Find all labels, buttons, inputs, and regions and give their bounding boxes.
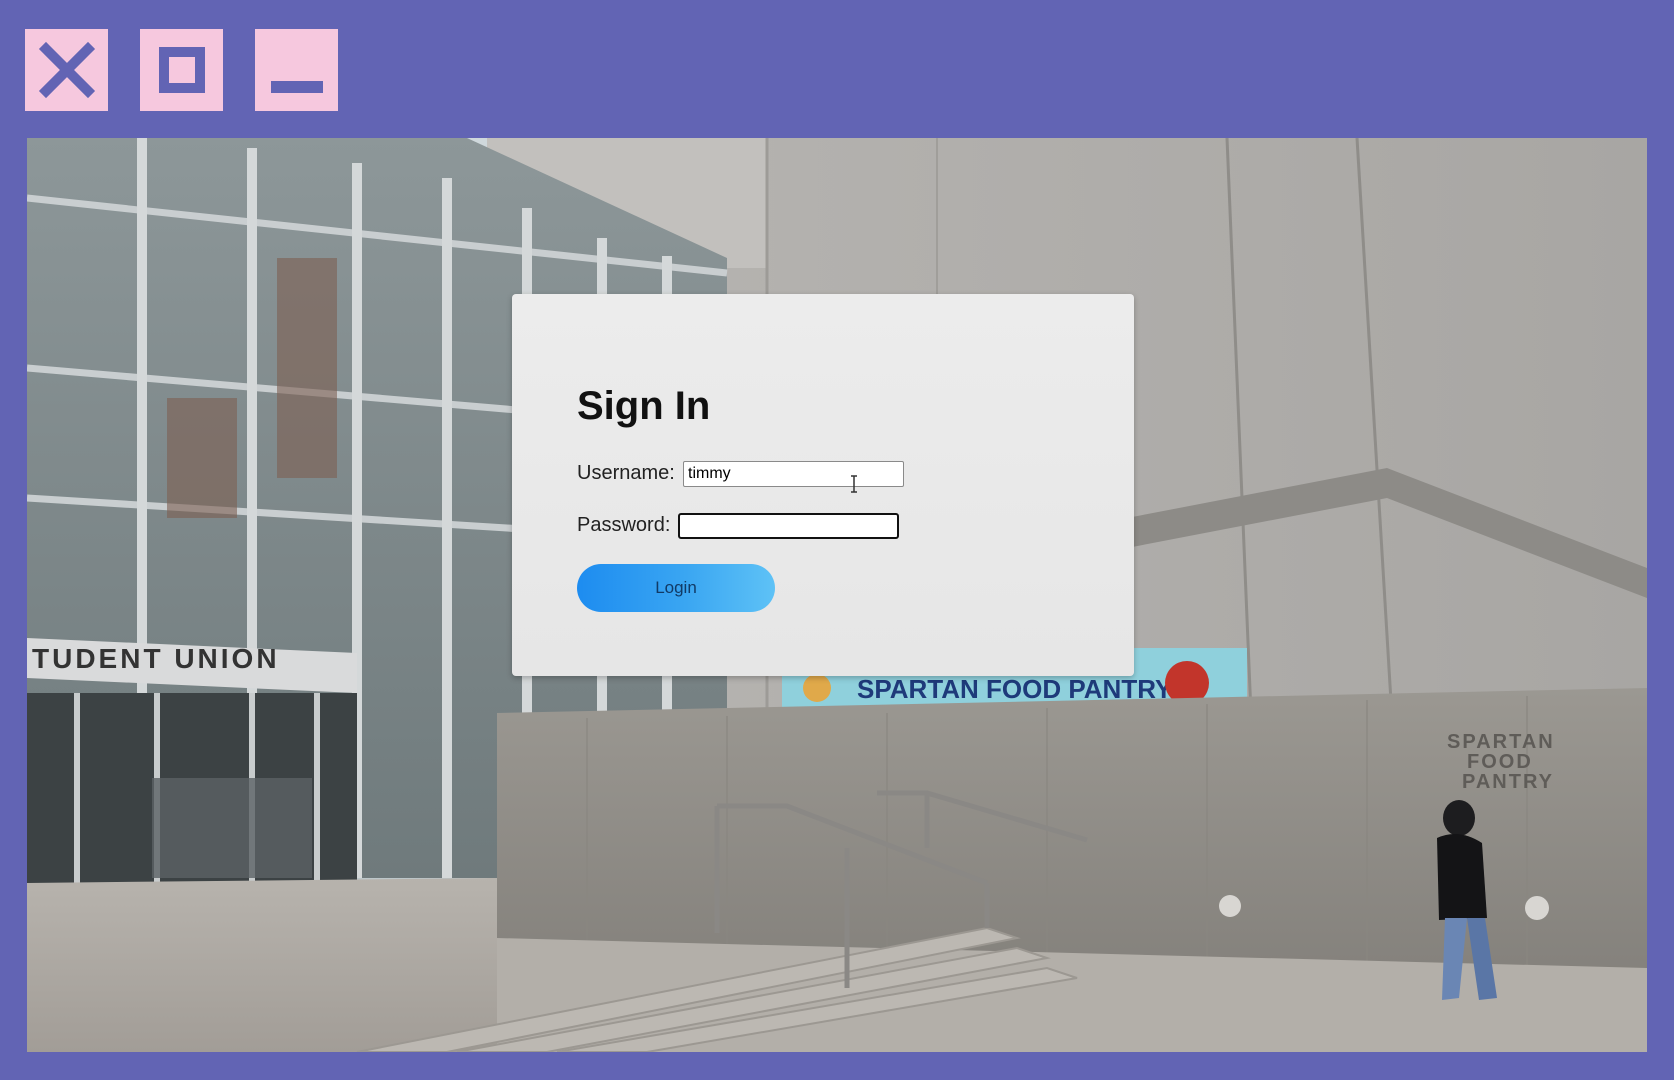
minimize-button[interactable]: [255, 29, 338, 111]
building-sign: TUDENT UNION: [32, 643, 280, 674]
maximize-button[interactable]: [140, 29, 223, 111]
minimize-icon: [270, 81, 323, 93]
signin-title: Sign In: [577, 384, 711, 428]
text-cursor-icon: [851, 475, 857, 493]
maximize-icon: [158, 47, 205, 93]
wall-sign-line-2: FOOD: [1467, 751, 1533, 773]
password-input[interactable]: [678, 513, 899, 539]
login-button[interactable]: Login: [577, 564, 775, 612]
username-label: Username:: [577, 462, 675, 484]
wall-sign-line-3: PANTRY: [1462, 771, 1554, 793]
password-label: Password:: [577, 514, 671, 536]
signin-card: Sign In Username: Password: Login: [512, 294, 1134, 676]
username-input[interactable]: [683, 461, 904, 487]
close-button[interactable]: [25, 29, 108, 111]
close-icon: [38, 41, 95, 99]
wall-sign-line-1: SPARTAN: [1447, 731, 1555, 753]
